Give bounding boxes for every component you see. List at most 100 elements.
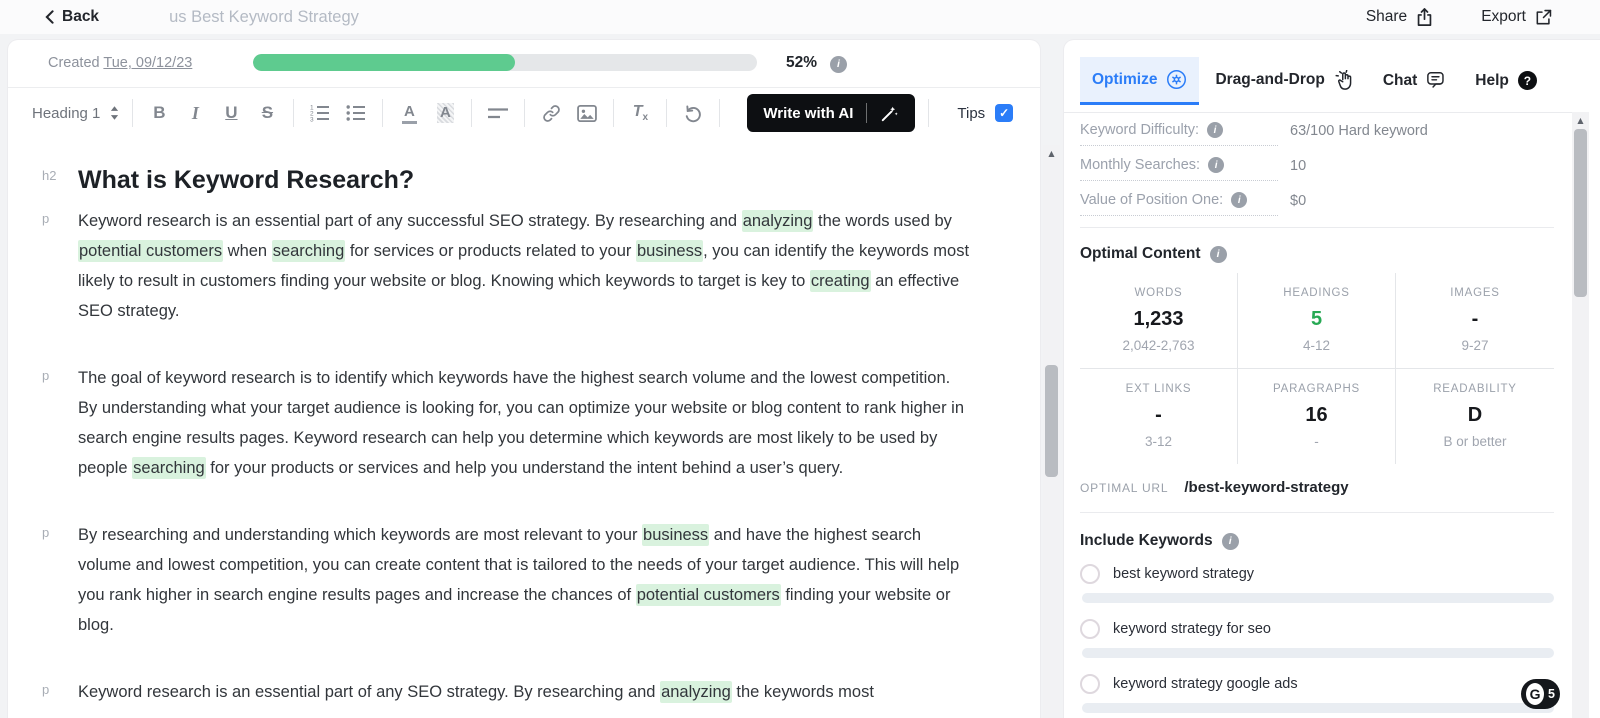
keyword-radio[interactable] (1080, 674, 1100, 694)
cell-range: 2,042-2,763 (1122, 338, 1195, 353)
toolbar-separator (666, 99, 668, 127)
tab-drag-and-drop[interactable]: Drag-and-Drop (1203, 58, 1366, 102)
heading-style-label: Heading 1 (32, 104, 101, 122)
gutter-label: h2 (42, 168, 57, 183)
info-icon[interactable]: i (1208, 157, 1225, 173)
sidebar-scrollbar-thumb[interactable] (1574, 129, 1587, 297)
info-icon[interactable]: i (1207, 122, 1223, 138)
cell-value: 16 (1305, 404, 1328, 426)
doc-paragraph[interactable]: Keyword research is an essential part of… (78, 206, 970, 326)
sidebar-scrollbar[interactable]: ▲ (1572, 112, 1589, 718)
cell-value: 5 (1310, 308, 1323, 330)
toolbar-separator (471, 99, 473, 127)
created-label: Created (48, 55, 100, 71)
grammarly-icon: G (1526, 683, 1545, 705)
ordered-list-button[interactable]: 123 (307, 97, 333, 129)
document-editor[interactable]: h2 What is Keyword Research? p Keyword rese… (8, 138, 1040, 707)
text-run: the words used by (813, 212, 952, 230)
undo-button[interactable] (680, 97, 706, 129)
info-icon[interactable]: i (1221, 532, 1239, 550)
toolbar-separator (382, 99, 384, 127)
highlighted-keyword: analyzing (741, 210, 814, 232)
cell-label: PARAGRAPHS (1272, 383, 1361, 395)
text-run: when (223, 242, 272, 260)
optimal-content-cell: PARAGRAPHS 16 - (1238, 369, 1396, 464)
chat-icon (1426, 71, 1447, 90)
svg-text:3: 3 (310, 116, 314, 122)
info-icon[interactable]: i (1209, 245, 1227, 263)
highlighted-keyword: analyzing (660, 681, 732, 703)
strikethrough-button[interactable]: S (254, 97, 280, 129)
keyword-item: keyword strategy for seo (1080, 619, 1554, 658)
scroll-up-icon[interactable]: ▲ (1043, 145, 1060, 161)
share-label: Share (1365, 8, 1408, 25)
grammarly-badge[interactable]: G 5 (1521, 679, 1560, 709)
keyword-progress-track (1082, 593, 1554, 603)
divider (1080, 512, 1554, 513)
italic-button[interactable]: I (182, 97, 208, 129)
export-button[interactable]: Export (1481, 8, 1552, 26)
tab-label: Chat (1382, 71, 1418, 89)
toolbar-separator (719, 99, 721, 127)
back-button[interactable]: Back (45, 8, 99, 26)
tab-help[interactable]: Help? (1463, 59, 1549, 102)
optimal-content-cell: HEADINGS 5 4-12 (1238, 273, 1396, 369)
bullet-list-button[interactable] (343, 97, 369, 129)
topbar: Back us Best Keyword Strategy Share Expo… (0, 0, 1600, 34)
optimize-sidebar: Optimize Drag-and-Drop Chat Help? Keyword D… (1064, 40, 1600, 718)
info-icon[interactable]: i (1231, 192, 1248, 208)
cell-label: READABILITY (1433, 383, 1517, 395)
highlight-color-button[interactable]: A (432, 97, 458, 129)
doc-block-p: p The goal of keyword research is to iden… (8, 363, 980, 483)
text-run: for your products or services and help y… (205, 459, 844, 477)
tab-optimize[interactable]: Optimize (1080, 57, 1200, 105)
editor-scrollbar-thumb[interactable] (1045, 365, 1058, 477)
stat-label-wrap: Value of Position One: i (1080, 192, 1278, 216)
doc-heading[interactable]: What is Keyword Research? (78, 164, 980, 196)
highlighted-keyword: creating (809, 270, 871, 292)
doc-paragraph[interactable]: Keyword research is an essential part of… (78, 677, 970, 707)
scroll-up-icon[interactable]: ▲ (1572, 112, 1589, 128)
align-button[interactable] (485, 97, 511, 129)
heading-style-select[interactable]: Heading 1 (32, 105, 119, 122)
stat-row: Monthly Searches: i 10 (1080, 157, 1554, 181)
optimal-content-title: Optimal Content (1080, 245, 1201, 262)
underline-button[interactable]: U (218, 97, 244, 129)
info-icon[interactable]: i (830, 55, 847, 73)
button-divider (866, 103, 868, 123)
progress-percent: 52% (786, 54, 818, 71)
doc-paragraph[interactable]: The goal of keyword research is to ident… (78, 363, 970, 483)
tab-label: Help (1475, 71, 1509, 89)
tab-label: Drag-and-Drop (1215, 71, 1325, 88)
share-button[interactable]: Share (1365, 7, 1433, 27)
text-run: Keyword research is an essential part of… (78, 212, 742, 230)
doc-paragraph[interactable]: By researching and understanding which k… (78, 520, 970, 640)
stat-value: $0 (1290, 193, 1307, 209)
stat-label: Monthly Searches: (1080, 157, 1201, 173)
doc-block-p: p Keyword research is an essential part o… (8, 206, 980, 326)
image-button[interactable] (574, 97, 600, 129)
tab-chat[interactable]: Chat (1371, 59, 1459, 102)
toolbar-separator (293, 99, 295, 127)
bold-button[interactable]: B (146, 97, 172, 129)
text-color-button[interactable]: A (396, 97, 422, 129)
optimal-content-grid: WORDS 1,233 2,042-2,763 HEADINGS 5 4-12 IMAGES… (1080, 273, 1554, 464)
keyword-label: keyword strategy google ads (1113, 676, 1298, 692)
cell-label: HEADINGS (1283, 287, 1350, 299)
keyword-label: keyword strategy for seo (1113, 621, 1271, 637)
text-run: By researching and understanding which k… (78, 526, 643, 544)
include-keywords-heading: Include Keywords i (1080, 532, 1554, 550)
stat-row: Keyword Difficulty: i 63/100 Hard keyword (1080, 122, 1554, 146)
cell-range: 4-12 (1302, 338, 1331, 353)
optimization-progress-bar (253, 54, 757, 71)
tips-checkbox[interactable]: ✓ (995, 104, 1014, 122)
editor-header: Created Tue, 09/12/23 52% i (8, 40, 1040, 88)
write-with-ai-button[interactable]: Write with AI (747, 94, 916, 132)
highlighted-keyword: business (635, 240, 704, 262)
keyword-radio[interactable] (1080, 564, 1100, 584)
link-button[interactable] (538, 97, 564, 129)
editor-scrollbar[interactable]: ▲ (1043, 145, 1060, 718)
clear-formatting-button[interactable]: Tx (627, 97, 653, 129)
keyword-radio[interactable] (1080, 619, 1100, 639)
include-keywords-title: Include Keywords (1080, 532, 1213, 549)
